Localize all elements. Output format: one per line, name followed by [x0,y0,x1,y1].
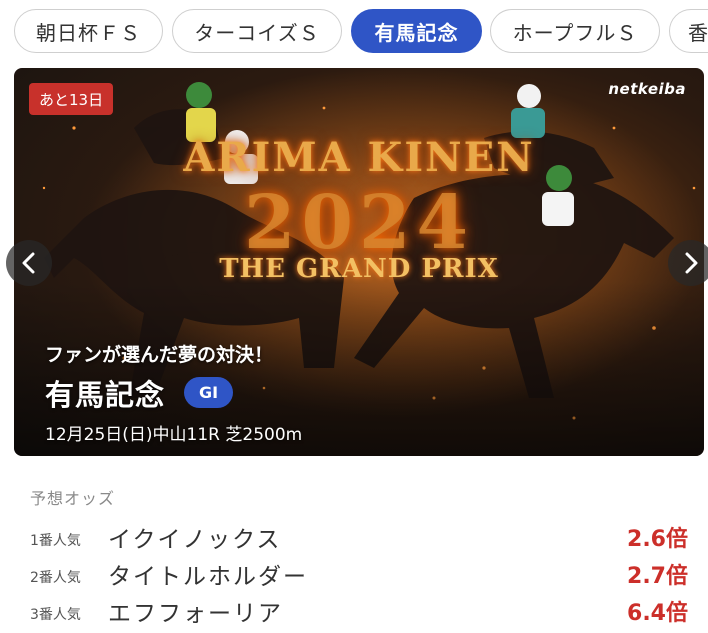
banner-title-en: ARIMA KINEN [183,134,535,181]
tab-hopeful-s[interactable]: ホープフルＳ [490,9,660,53]
brand-logo: netkeiba [608,80,686,98]
odds-row[interactable]: 2番人気 タイトルホルダー 2.7倍 [30,557,690,591]
carousel-next-button[interactable] [668,240,708,286]
grade-badge: GI [184,377,233,408]
popularity-rank: 1番人気 [30,533,81,549]
tab-label: 香 [688,20,708,45]
race-banner[interactable]: ARIMA KINEN 2024 THE GRAND PRIX あと13日 ne… [14,68,704,456]
odds-heading: 予想オッズ [30,489,116,508]
race-tabs: 朝日杯ＦＳ ターコイズＳ 有馬記念 ホープフルＳ 香 [0,0,708,62]
horse-name: イクイノックス [108,527,282,553]
carousel-prev-button[interactable] [6,240,52,286]
chevron-left-icon [22,252,35,274]
tab-asahihai-fs[interactable]: 朝日杯ＦＳ [14,9,163,53]
banner-catchphrase: ファンが選んだ夢の対決！ [45,344,274,366]
tab-label: 有馬記念 [374,20,459,45]
race-info: 12月25日(日)中山11R 芝2500m [45,425,303,445]
tab-next-partial[interactable]: 香 [669,9,708,53]
days-remaining-badge: あと13日 [29,83,114,115]
odds-row[interactable]: 3番人気 エフフォーリア 6.4倍 [30,594,690,628]
odds-value: 6.4倍 [627,601,688,626]
tab-label: ターコイズＳ [194,20,320,45]
tab-label: 朝日杯ＦＳ [36,20,141,45]
race-name: 有馬記念 [45,378,166,412]
chevron-right-icon [685,252,698,274]
popularity-rank: 2番人気 [30,570,81,586]
tab-arima-kinen[interactable]: 有馬記念 [351,9,482,53]
banner-title-sub: THE GRAND PRIX [219,254,499,284]
odds-value: 2.7倍 [627,564,688,589]
horse-name: エフフォーリア [108,601,283,627]
tab-label: ホープフルＳ [512,20,638,45]
odds-value: 2.6倍 [627,527,688,552]
popularity-rank: 3番人気 [30,607,81,623]
tab-turquoise-s[interactable]: ターコイズＳ [172,9,342,53]
horse-name: タイトルホルダー [108,564,308,590]
odds-row[interactable]: 1番人気 イクイノックス 2.6倍 [30,520,690,554]
